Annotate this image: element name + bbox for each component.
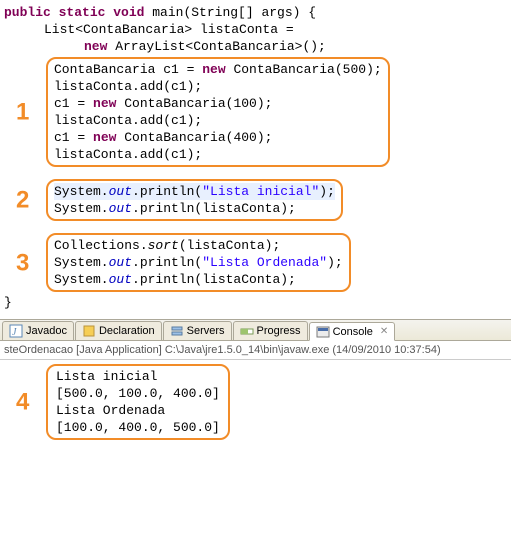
block-number: 2: [16, 192, 29, 209]
svg-text:J: J: [12, 327, 17, 338]
code-block-3: 3 Collections.sort(listaConta); System.o…: [46, 233, 351, 292]
console-icon: [316, 325, 330, 339]
tab-declaration[interactable]: Declaration: [75, 321, 162, 340]
tab-label: Declaration: [99, 325, 155, 337]
code-line: List<ContaBancaria> listaConta =: [4, 21, 511, 38]
close-icon[interactable]: ✕: [380, 326, 388, 337]
tab-label: Servers: [187, 325, 225, 337]
tab-label: Console: [333, 326, 373, 338]
declaration-icon: [82, 324, 96, 338]
tab-label: Javadoc: [26, 325, 67, 337]
javadoc-icon: J: [9, 324, 23, 338]
tab-servers[interactable]: Servers: [163, 321, 232, 340]
views-tabbar: J Javadoc Declaration Servers Progress C…: [0, 319, 511, 341]
servers-icon: [170, 324, 184, 338]
code-line: new ArrayList<ContaBancaria>();: [4, 38, 511, 55]
tab-javadoc[interactable]: J Javadoc: [2, 321, 74, 340]
code-line: public static void main(String[] args) {: [4, 4, 511, 21]
block-number: 4: [16, 394, 29, 411]
code-block-1: 1 ContaBancaria c1 = new ContaBancaria(5…: [46, 57, 390, 167]
code-block-2: 2 System.out.println("Lista inicial"); S…: [46, 179, 343, 221]
console-process-info: steOrdenacao [Java Application] C:\Java\…: [0, 341, 511, 360]
tab-label: Progress: [257, 325, 301, 337]
output-block-4: 4 Lista inicial [500.0, 100.0, 400.0] Li…: [46, 364, 230, 440]
block-number: 3: [16, 254, 29, 271]
tab-console[interactable]: Console ✕: [309, 322, 396, 341]
code-editor[interactable]: public static void main(String[] args) {…: [0, 0, 511, 319]
block-number: 1: [16, 104, 29, 121]
tab-progress[interactable]: Progress: [233, 321, 308, 340]
progress-icon: [240, 324, 254, 338]
code-line: }: [4, 294, 511, 311]
console-output[interactable]: 4 Lista inicial [500.0, 100.0, 400.0] Li…: [0, 360, 511, 446]
